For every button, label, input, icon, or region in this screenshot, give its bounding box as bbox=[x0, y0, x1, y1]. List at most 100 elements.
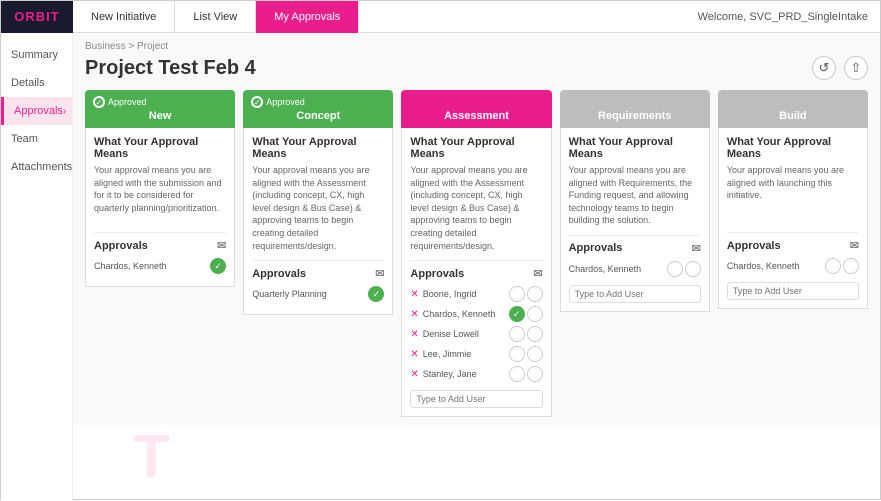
status-pending-icon bbox=[509, 346, 525, 362]
status-pending-icon bbox=[527, 346, 543, 362]
stage-body-concept: What Your Approval Means Your approval m… bbox=[243, 128, 393, 315]
remove-icon[interactable]: ✕ bbox=[410, 349, 418, 360]
title-actions: ↺ ⇧ bbox=[812, 56, 868, 80]
approvals-header-concept: Approvals ✉ bbox=[252, 260, 384, 280]
stage-concept: ✓ Approved Concept What Your Approval Me… bbox=[243, 90, 393, 417]
add-user-input-assessment[interactable] bbox=[410, 390, 542, 408]
approver-name: Chardos, Kenneth bbox=[569, 264, 667, 274]
stage-header-concept: ✓ Approved Concept bbox=[243, 90, 393, 128]
sidebar-item-details[interactable]: Details bbox=[1, 69, 72, 97]
page-title: Project Test Feb 4 bbox=[85, 57, 256, 80]
status-approved-icon: ✓ bbox=[368, 286, 384, 302]
page-title-row: Project Test Feb 4 ↺ ⇧ bbox=[85, 56, 868, 80]
table-row: ✕ Stanley, Jane bbox=[410, 366, 542, 382]
logo-text: ORBIT bbox=[14, 9, 59, 24]
stage-requirements: Requirements What Your Approval Means Yo… bbox=[560, 90, 710, 417]
email-icon-assessment: ✉ bbox=[533, 267, 542, 280]
status-pending-icon bbox=[527, 366, 543, 382]
sidebar: Summary Details Approvals› Team Attachme… bbox=[1, 33, 73, 501]
approvals-header-assessment: Approvals ✉ bbox=[410, 260, 542, 280]
table-row: Chardos, Kenneth bbox=[569, 261, 701, 277]
refresh-button[interactable]: ↺ bbox=[812, 56, 836, 80]
approval-means-title-concept: What Your Approval Means bbox=[252, 136, 384, 160]
approval-status: ✓ bbox=[210, 258, 226, 274]
stage-header-assessment: Assessment bbox=[401, 90, 551, 128]
breadcrumb: Business > Project bbox=[85, 41, 868, 52]
email-icon-build: ✉ bbox=[850, 239, 859, 252]
logo: ORBIT bbox=[1, 1, 73, 33]
remove-icon[interactable]: ✕ bbox=[410, 309, 418, 320]
table-row: ✕ Boone, Ingrid bbox=[410, 286, 542, 302]
add-user-input-requirements[interactable] bbox=[569, 285, 701, 303]
nav-tabs: New Initiative List View My Approvals bbox=[73, 1, 359, 33]
approvals-header-build: Approvals ✉ bbox=[727, 232, 859, 252]
approver-name: Chardos, Kenneth bbox=[94, 261, 210, 271]
welcome-text: Welcome, SVC_PRD_SingleIntake bbox=[698, 11, 880, 23]
email-icon-new: ✉ bbox=[217, 239, 226, 252]
approver-name: Denise Lowell bbox=[423, 329, 509, 339]
layout: Summary Details Approvals› Team Attachme… bbox=[1, 33, 880, 501]
email-icon-requirements: ✉ bbox=[692, 242, 701, 255]
approval-means-desc-requirements: Your approval means you are aligned with… bbox=[569, 164, 701, 227]
approval-means-title-assessment: What Your Approval Means bbox=[410, 136, 542, 160]
status-pending-icon bbox=[509, 286, 525, 302]
share-button[interactable]: ⇧ bbox=[844, 56, 868, 80]
approval-status bbox=[509, 366, 543, 382]
approver-name: Quarterly Planning bbox=[252, 289, 368, 299]
table-row: Chardos, Kenneth ✓ bbox=[94, 258, 226, 274]
table-row: ✕ Lee, Jimmie bbox=[410, 346, 542, 362]
status-pending-icon bbox=[527, 286, 543, 302]
stage-header-build: Build bbox=[718, 90, 868, 128]
nav-tab-list-view[interactable]: List View bbox=[175, 1, 256, 33]
sidebar-item-summary[interactable]: Summary bbox=[1, 41, 72, 69]
table-row: ✕ Denise Lowell bbox=[410, 326, 542, 342]
approver-name: Boone, Ingrid bbox=[423, 289, 509, 299]
approval-status: ✓ bbox=[368, 286, 384, 302]
sidebar-item-attachments[interactable]: Attachments bbox=[1, 153, 72, 181]
stage-body-requirements: What Your Approval Means Your approval m… bbox=[560, 128, 710, 312]
status-pending-icon bbox=[527, 326, 543, 342]
status-pending-icon bbox=[825, 258, 841, 274]
status-pending-icon bbox=[527, 306, 543, 322]
approved-badge-new: ✓ Approved bbox=[93, 96, 227, 108]
remove-icon[interactable]: ✕ bbox=[410, 289, 418, 300]
tmobile-watermark: T bbox=[133, 422, 170, 491]
approvals-header-new: Approvals ✉ bbox=[94, 232, 226, 252]
stages-container: ✓ Approved New What Your Approval Means … bbox=[85, 90, 868, 417]
approval-means-title-new: What Your Approval Means bbox=[94, 136, 226, 160]
approval-means-desc-build: Your approval means you are aligned with… bbox=[727, 164, 859, 224]
approval-means-desc-new: Your approval means you are aligned with… bbox=[94, 164, 226, 224]
check-circle-concept: ✓ bbox=[251, 96, 263, 108]
check-circle-new: ✓ bbox=[93, 96, 105, 108]
nav-tab-new-initiative[interactable]: New Initiative bbox=[73, 1, 175, 33]
stage-body-build: What Your Approval Means Your approval m… bbox=[718, 128, 868, 309]
remove-icon[interactable]: ✕ bbox=[410, 329, 418, 340]
status-approved-icon: ✓ bbox=[509, 306, 525, 322]
stage-header-requirements: Requirements bbox=[560, 90, 710, 128]
stage-build: Build What Your Approval Means Your appr… bbox=[718, 90, 868, 417]
approval-status: ✓ bbox=[509, 306, 543, 322]
approval-status bbox=[509, 346, 543, 362]
header: ORBIT New Initiative List View My Approv… bbox=[1, 1, 880, 33]
stage-assessment: Assessment What Your Approval Means Your… bbox=[401, 90, 551, 417]
approval-means-title-requirements: What Your Approval Means bbox=[569, 136, 701, 160]
sidebar-item-team[interactable]: Team bbox=[1, 125, 72, 153]
stage-new: ✓ Approved New What Your Approval Means … bbox=[85, 90, 235, 417]
stage-header-new: ✓ Approved New bbox=[85, 90, 235, 128]
status-pending-icon bbox=[509, 326, 525, 342]
stage-body-assessment: What Your Approval Means Your approval m… bbox=[401, 128, 551, 417]
approved-badge-concept: ✓ Approved bbox=[251, 96, 385, 108]
add-user-input-build[interactable] bbox=[727, 282, 859, 300]
email-icon-concept: ✉ bbox=[375, 267, 384, 280]
status-approved-icon: ✓ bbox=[210, 258, 226, 274]
status-pending-icon bbox=[843, 258, 859, 274]
sidebar-item-approvals[interactable]: Approvals› bbox=[1, 97, 72, 125]
status-pending-icon bbox=[667, 261, 683, 277]
table-row: Quarterly Planning ✓ bbox=[252, 286, 384, 302]
table-row: Chardos, Kenneth bbox=[727, 258, 859, 274]
approval-status bbox=[825, 258, 859, 274]
approval-status bbox=[509, 326, 543, 342]
remove-icon[interactable]: ✕ bbox=[410, 369, 418, 380]
approver-name: Chardos, Kenneth bbox=[727, 261, 825, 271]
nav-tab-my-approvals[interactable]: My Approvals bbox=[256, 1, 359, 33]
